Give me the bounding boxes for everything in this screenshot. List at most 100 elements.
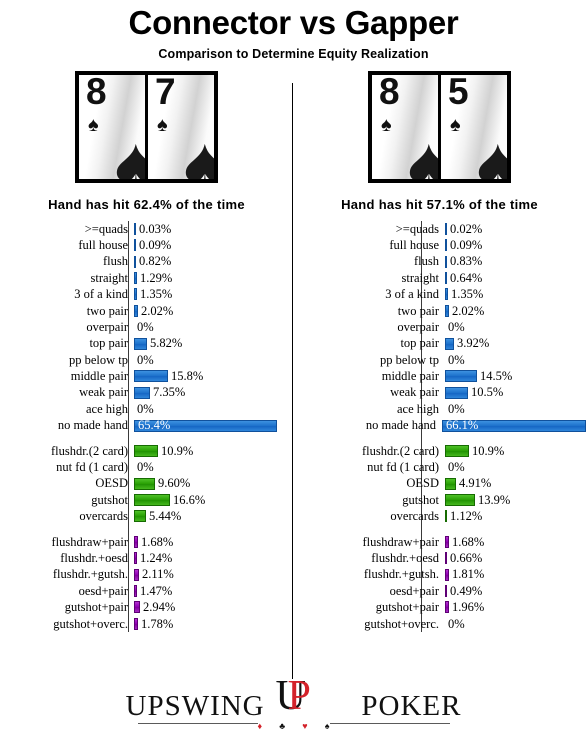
- table-row: flushdr.+oesd 1.24%: [14, 550, 293, 566]
- row-label: ace high: [86, 401, 128, 416]
- table-row: straight 1.29%: [14, 270, 293, 286]
- row-value: 0.82%: [139, 254, 172, 269]
- row-label: pp below tp: [68, 352, 128, 367]
- row-value: 5.44%: [149, 509, 182, 524]
- row-label: gutshot: [402, 492, 439, 507]
- row-label: oesd+pair: [389, 583, 439, 598]
- row-bar-area: 1.35%: [445, 286, 586, 302]
- row-bar-area: 0.03%: [134, 221, 293, 237]
- row-value: 1.35%: [451, 287, 484, 302]
- row-bar-area: 0.83%: [445, 253, 586, 269]
- page-title: Connector vs Gapper: [128, 4, 459, 41]
- row-label: nut fd (1 card): [56, 460, 128, 475]
- table-row: oesd+pair 1.47%: [14, 583, 293, 599]
- row-bar-area: 4.91%: [445, 476, 586, 492]
- table-row: flushdraw+pair 1.68%: [325, 534, 586, 550]
- row-value: 0.03%: [139, 221, 172, 236]
- row-value: 0.83%: [450, 254, 483, 269]
- logo-rule-left: [137, 723, 258, 724]
- row-bar-area: 3.92%: [445, 335, 586, 351]
- row-label: full house: [389, 237, 439, 252]
- row-value: 0.49%: [450, 583, 483, 598]
- row-label: top pair: [400, 336, 439, 351]
- hand-cards-right: 8 ♠ ♠ 5 ♠ ♠: [293, 70, 586, 193]
- row-bar-area: 0%: [445, 319, 586, 335]
- bar: [445, 370, 477, 383]
- row-value: 0%: [137, 319, 154, 334]
- card-rank: 5: [448, 74, 469, 112]
- row-label: oesd+pair: [78, 583, 128, 598]
- row-label: middle pair: [381, 369, 439, 384]
- table-row: nut fd (1 card) 0%: [14, 459, 293, 475]
- row-label: 3 of a kind: [385, 287, 439, 302]
- row-value: 0%: [448, 319, 465, 334]
- hand-hit-header-left: Hand has hit 62.4% of the time: [48, 196, 245, 212]
- row-value: 65.4%: [138, 418, 171, 433]
- row-value: 2.02%: [141, 303, 174, 318]
- hand-hit-header-right: Hand has hit 57.1% of the time: [341, 196, 538, 212]
- spade-icon: ♠: [407, 119, 439, 179]
- row-label: no made hand: [365, 418, 436, 433]
- row-value: 16.6%: [173, 492, 206, 507]
- table-row: middle pair 14.5%: [325, 368, 586, 384]
- logo-letter-p: P: [287, 673, 311, 719]
- row-bar-area: 0.09%: [134, 237, 293, 253]
- row-bar-area: 0%: [134, 319, 293, 335]
- row-bar-area: 0%: [445, 616, 586, 632]
- table-row: gutshot+overc. 1.78%: [14, 616, 293, 632]
- row-value: 5.82%: [150, 336, 183, 351]
- row-value: 10.9%: [472, 443, 505, 458]
- row-label: weak pair: [390, 385, 439, 400]
- table-row: 3 of a kind 1.35%: [14, 286, 293, 302]
- row-value: 15.8%: [171, 369, 204, 384]
- row-label: middle pair: [70, 369, 128, 384]
- table-row: gutshot+overc. 0%: [325, 616, 586, 632]
- table-row: top pair 3.92%: [325, 335, 586, 351]
- group-draws: flushdr.(2 card) 10.9% nut fd (1 card) 0% OE…: [14, 443, 293, 525]
- row-bar-area: 1.81%: [445, 566, 586, 582]
- table-row: flushdr.+gutsh. 2.11%: [14, 566, 293, 582]
- row-label: pp below tp: [379, 352, 439, 367]
- row-bar-area: 1.78%: [134, 616, 293, 632]
- logo-word-upswing: UPSWING: [125, 690, 265, 722]
- row-value: 0%: [448, 460, 465, 475]
- row-label: overpair: [397, 319, 439, 334]
- row-value: 1.68%: [141, 534, 174, 549]
- row-value: 0.09%: [450, 237, 483, 252]
- row-bar-area: 0.09%: [445, 237, 586, 253]
- row-label: flushdraw+pair: [362, 534, 439, 549]
- row-bar-area: 0%: [134, 401, 293, 417]
- spade-icon: ♠: [157, 113, 168, 136]
- bar: [134, 337, 147, 350]
- table-row: >=quads 0.02%: [325, 221, 586, 237]
- row-bar-area: 7.35%: [134, 385, 293, 401]
- table-row: full house 0.09%: [14, 237, 293, 253]
- row-bar-area: 13.9%: [445, 492, 586, 508]
- table-row: flush 0.83%: [325, 253, 586, 269]
- row-label: no made hand: [57, 418, 128, 433]
- logo-rule-right: [329, 723, 450, 724]
- row-value: 0%: [448, 352, 465, 367]
- row-value: 0.02%: [450, 221, 483, 236]
- row-value: 1.29%: [140, 270, 173, 285]
- table-row: flush 0.82%: [14, 253, 293, 269]
- row-label: ace high: [397, 401, 439, 416]
- bar: [445, 386, 468, 399]
- bar: [134, 494, 170, 507]
- card-rank: 8: [86, 74, 107, 112]
- row-label: flush: [103, 254, 128, 269]
- table-row: overpair 0%: [14, 319, 293, 335]
- row-value: 0.64%: [450, 270, 483, 285]
- table-row: gutshot+pair 2.94%: [14, 599, 293, 615]
- row-label: gutshot+overc.: [53, 616, 128, 631]
- row-value: 2.02%: [452, 303, 485, 318]
- card-rank: 8: [379, 74, 400, 112]
- row-value: 0%: [137, 460, 154, 475]
- row-value: 1.78%: [141, 616, 174, 631]
- row-bar-area: 0.82%: [134, 253, 293, 269]
- row-value: 1.96%: [452, 600, 485, 615]
- spade-icon: ♠: [381, 113, 392, 136]
- table-row: ace high 0%: [325, 401, 586, 417]
- bar: [134, 477, 155, 490]
- row-bar-area: 16.6%: [134, 492, 293, 508]
